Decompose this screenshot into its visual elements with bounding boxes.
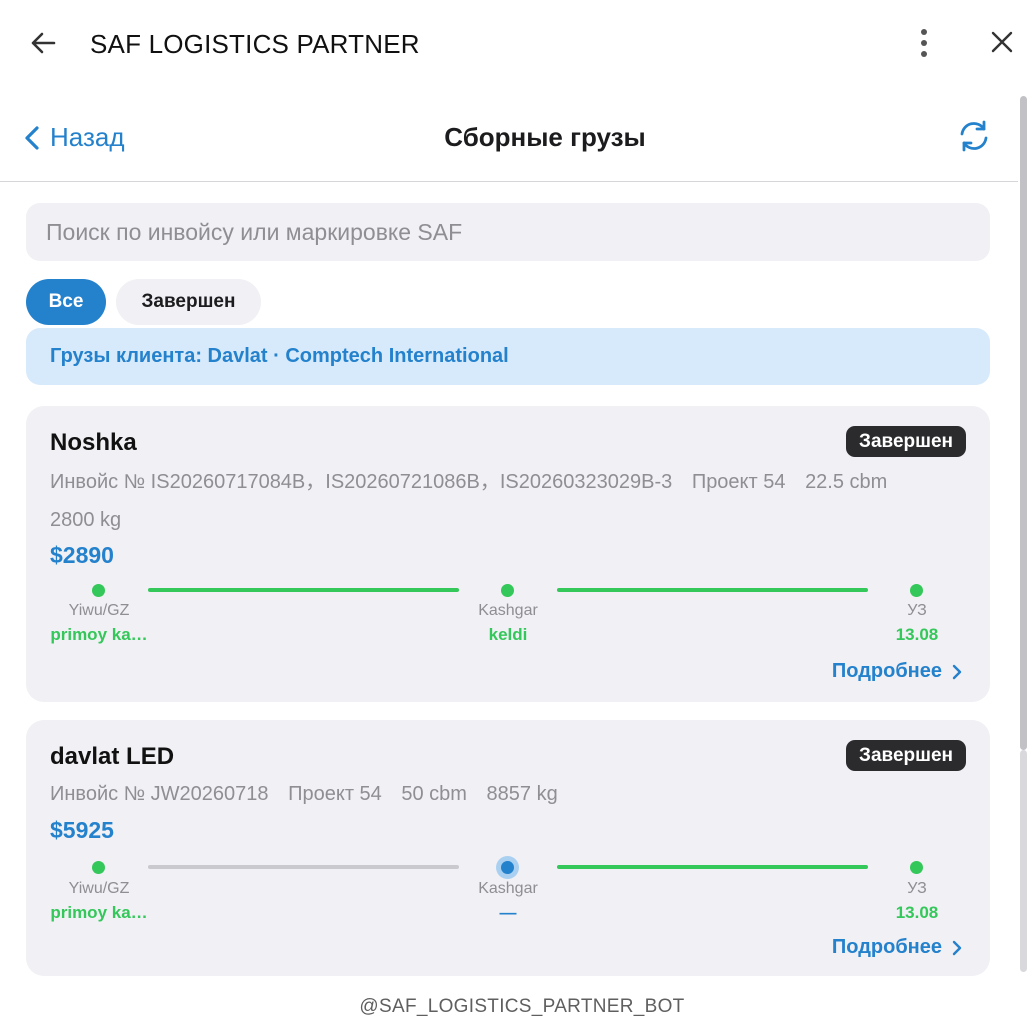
shipment-meta: Инвойс № IS20260717084B，IS20260721086B，I…	[50, 463, 950, 539]
stage-dot-done	[92, 861, 105, 874]
project-label: Проект 54	[691, 471, 786, 493]
stage-value: 13.08	[895, 625, 939, 644]
shipment-name: davlat LED	[50, 743, 175, 770]
stage-line-done	[557, 588, 868, 592]
bot-username-footer: @SAF_LOGISTICS_PARTNER_BOT	[359, 996, 685, 1017]
stage-name: УЗ	[907, 880, 927, 897]
stage-name: Yiwu/GZ	[68, 602, 130, 619]
stage-name: Yiwu/GZ	[68, 880, 130, 897]
stage-value: 13.08	[895, 903, 939, 922]
stage-value: keldi	[488, 625, 528, 644]
close-icon[interactable]	[988, 28, 1016, 56]
search-input[interactable]	[26, 203, 990, 261]
stage-dot-current	[496, 856, 519, 879]
details-link[interactable]: Подробнее	[832, 660, 962, 683]
stage-value: primoy ka…	[50, 903, 148, 922]
stage-name: Kashgar	[478, 880, 538, 897]
scrollbar-track[interactable]	[1020, 750, 1027, 972]
project-label: Проект 54	[288, 783, 382, 805]
shipment-meta: Инвойс № JW20260718 Проект 54 50 cbm 885…	[50, 775, 950, 813]
stage-dot-done	[910, 861, 923, 874]
arrow-left-icon[interactable]	[28, 28, 58, 58]
volume-value: 22.5 cbm	[805, 471, 888, 493]
chevron-right-icon	[952, 664, 962, 679]
invoice-numbers: Инвойс № IS20260717084B，IS20260721086B，I…	[50, 471, 673, 493]
status-badge: Завершен	[846, 740, 966, 771]
stage-value: —	[499, 903, 517, 922]
stage-dot-done	[910, 584, 923, 597]
chevron-right-icon	[952, 940, 962, 955]
weight-value: 8857 kg	[486, 783, 558, 805]
shipment-card[interactable]: davlat LED Завершен Инвойс № JW20260718 …	[26, 720, 990, 976]
status-badge: Завершен	[846, 426, 966, 457]
volume-value: 50 cbm	[401, 783, 467, 805]
shipment-price: $5925	[50, 817, 114, 843]
stage-name: Kashgar	[478, 602, 538, 619]
details-label: Подробнее	[831, 660, 942, 682]
shipment-card[interactable]: Noshka Завершен Инвойс № IS20260717084B，…	[26, 406, 990, 702]
more-vertical-icon[interactable]	[909, 28, 939, 58]
invoice-numbers: Инвойс № JW20260718	[50, 783, 269, 805]
refresh-icon[interactable]	[957, 119, 991, 153]
stage-value: primoy ka…	[50, 625, 148, 644]
stage-line-pending	[148, 865, 459, 869]
shipment-name: Noshka	[50, 429, 137, 456]
stage-line-done	[557, 865, 868, 869]
stage-name: УЗ	[907, 602, 927, 619]
client-banner: Грузы клиента: Davlat · Comptech Interna…	[26, 328, 990, 385]
stage-line-done	[148, 588, 459, 592]
shipment-price: $2890	[50, 542, 114, 568]
weight-value: 2800 kg	[50, 509, 122, 531]
details-link[interactable]: Подробнее	[832, 936, 962, 959]
page-title: Сборные грузы	[444, 122, 646, 152]
nav-bar: Назад Сборные грузы	[0, 86, 1018, 182]
stage-dot-done	[501, 584, 514, 597]
details-label: Подробнее	[831, 936, 942, 958]
window-titlebar: SAF LOGISTICS PARTNER	[0, 0, 1036, 86]
filter-chip-all[interactable]: Все	[26, 279, 106, 325]
window-title: SAF LOGISTICS PARTNER	[90, 29, 420, 59]
stage-dot-done	[92, 584, 105, 597]
scrollbar-thumb[interactable]	[1020, 96, 1027, 750]
filter-chip-done[interactable]: Завершен	[116, 279, 261, 325]
